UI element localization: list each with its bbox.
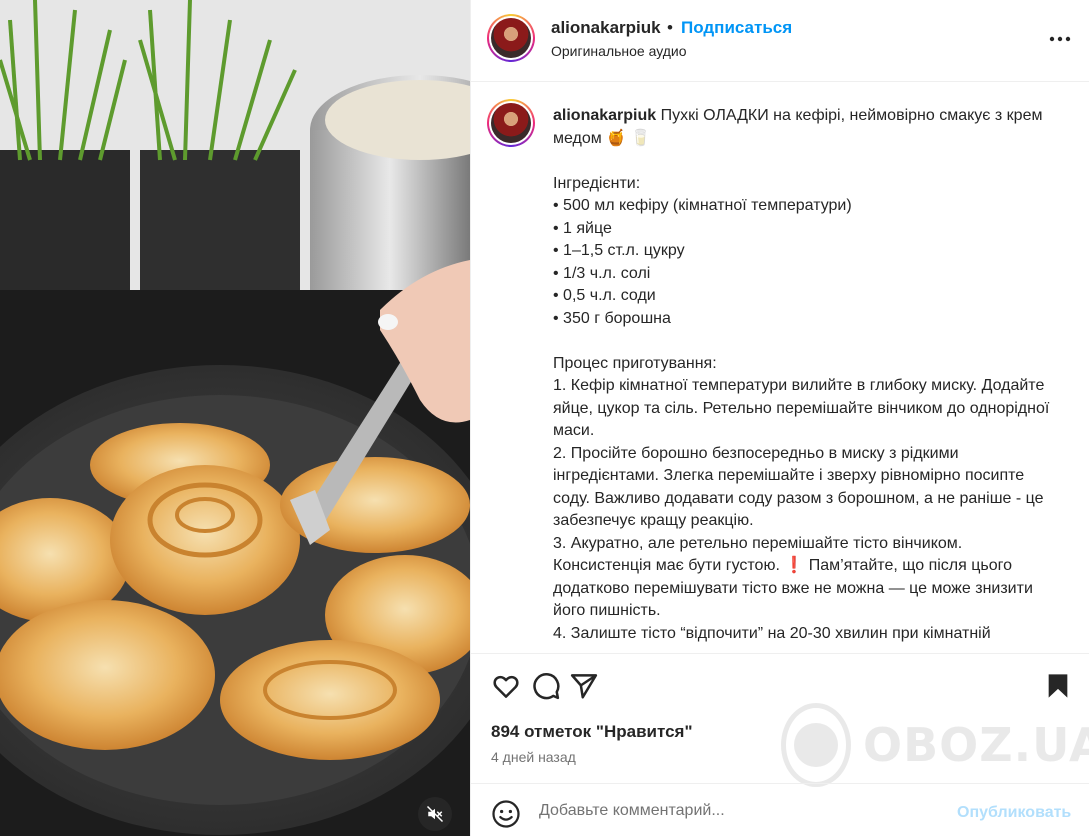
post-side-panel: alionakarpiuk • Подписаться Оригинальное… xyxy=(470,0,1089,836)
comment-button[interactable] xyxy=(529,669,563,703)
caption-line: 4. Залиште тісто “відпочити” на 20-30 хв… xyxy=(553,624,991,642)
comment-bar: Опубликовать xyxy=(471,783,1089,836)
save-button[interactable] xyxy=(1041,669,1075,703)
post-date[interactable]: 4 дней назад xyxy=(491,749,576,765)
speaker-muted-icon xyxy=(426,805,444,823)
caption-line: 3. Акуратно, але ретельно перемішайте ті… xyxy=(553,534,1038,620)
author-avatar[interactable] xyxy=(487,14,535,62)
caption-line: 1. Кефір кімнатної температури вилийте в… xyxy=(553,377,1054,439)
pancakes-video-frame xyxy=(0,0,470,836)
caption-area: alionakarpiuk Пухкі ОЛАДКИ на кефірі, не… xyxy=(471,83,1089,653)
caption-line: • 0,5 ч.л. соди xyxy=(553,287,656,304)
post-caption: alionakarpiuk Пухкі ОЛАДКИ на кефірі, не… xyxy=(553,105,1053,645)
post-media[interactable] xyxy=(0,0,470,836)
likes-count[interactable]: 894 отметок "Нравится" xyxy=(491,722,693,742)
watermark-text: OBOZ.UA xyxy=(863,718,1089,772)
caption-line: Процес приготування: xyxy=(553,354,717,372)
follow-button[interactable]: Подписаться xyxy=(681,18,792,38)
mute-button[interactable] xyxy=(418,797,452,831)
globe-icon xyxy=(781,703,851,787)
caption-line: • 350 г борошна xyxy=(553,309,671,327)
publish-button[interactable]: Опубликовать xyxy=(957,804,1071,822)
more-horizontal-icon[interactable] xyxy=(1046,28,1074,50)
like-button[interactable] xyxy=(489,669,523,703)
caption-line: • 1 яйце xyxy=(553,219,612,237)
smiley-icon[interactable] xyxy=(491,799,521,829)
comment-icon xyxy=(533,673,560,700)
caption-username[interactable]: alionakarpiuk xyxy=(553,107,656,124)
oboz-watermark: OBOZ.UA xyxy=(781,700,1089,790)
share-button[interactable] xyxy=(567,669,601,703)
caption-line: • 1/3 ч.л. солі xyxy=(553,264,651,282)
caption-avatar[interactable] xyxy=(487,99,535,147)
post-header: alionakarpiuk • Подписаться Оригинальное… xyxy=(471,0,1089,82)
caption-line: • 1–1,5 ст.л. цукру xyxy=(553,242,685,259)
caption-line: 2. Просійте борошно безпосередньо в миск… xyxy=(553,444,1048,530)
caption-line: • 500 мл кефіру (кімнатної температури) xyxy=(553,197,852,214)
author-username[interactable]: alionakarpiuk xyxy=(551,18,661,38)
original-audio-link[interactable]: Оригинальное аудио xyxy=(551,43,687,59)
instagram-post: alionakarpiuk • Подписаться Оригинальное… xyxy=(0,0,1089,836)
caption-line: Інгредієнти: xyxy=(553,174,641,192)
heart-icon xyxy=(493,675,519,698)
bookmark-icon xyxy=(1048,674,1068,698)
comment-input[interactable] xyxy=(539,796,939,826)
send-icon xyxy=(570,674,598,699)
header-separator: • xyxy=(667,18,673,37)
